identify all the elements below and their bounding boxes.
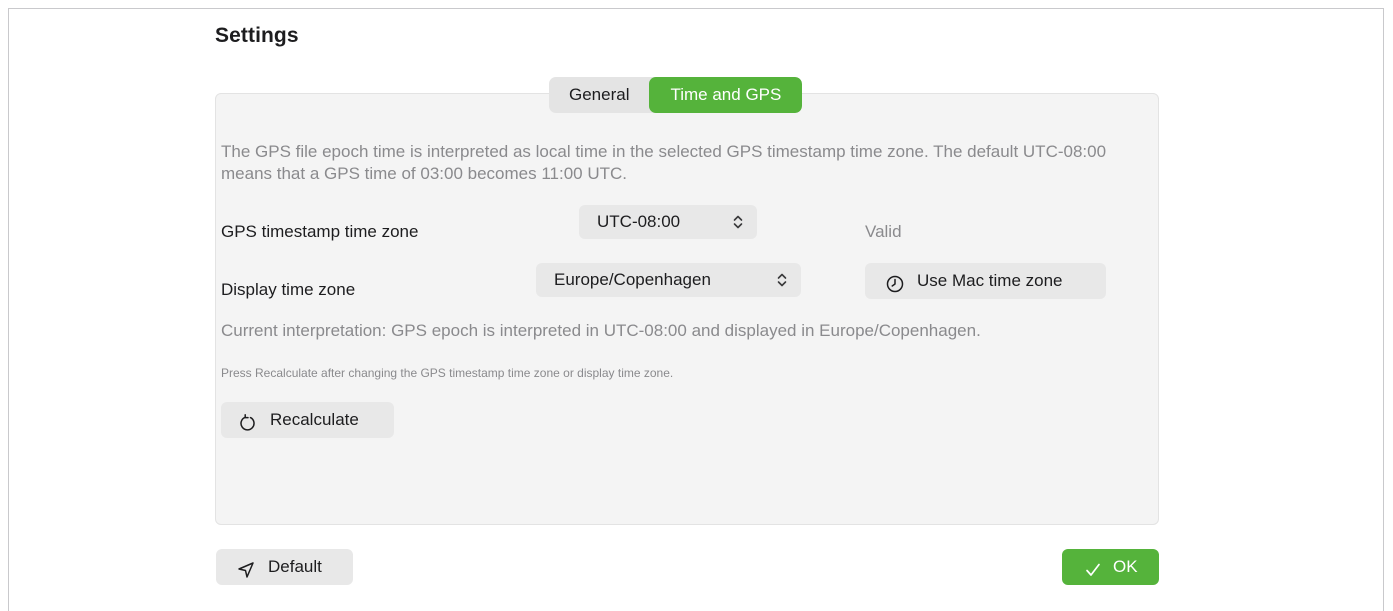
- current-interpretation-text: Current interpretation: GPS epoch is int…: [221, 321, 981, 340]
- chevron-up-down-icon: [777, 263, 787, 310]
- gps-epoch-description: The GPS file epoch time is interpreted a…: [221, 142, 1107, 183]
- use-mac-time-zone-button[interactable]: Use Mac time zone: [865, 263, 1106, 299]
- gps-timezone-select[interactable]: UTC-08:00: [579, 205, 757, 239]
- gps-timezone-label: GPS timestamp time zone: [221, 222, 419, 241]
- gps-timezone-status: Valid: [865, 222, 902, 241]
- default-button[interactable]: Default: [216, 549, 353, 585]
- use-mac-time-zone-label: Use Mac time zone: [917, 271, 1063, 290]
- page-title: Settings: [215, 24, 299, 47]
- checkmark-icon: [1083, 557, 1103, 577]
- recalculate-hint: Press Recalculate after changing the GPS…: [221, 366, 674, 380]
- display-timezone-value: Europe/Copenhagen: [554, 270, 711, 289]
- display-timezone-label: Display time zone: [221, 280, 356, 299]
- display-timezone-select[interactable]: Europe/Copenhagen: [536, 263, 801, 297]
- recalculate-button[interactable]: Recalculate: [221, 402, 394, 438]
- clock-icon: [885, 271, 905, 293]
- chevron-up-down-icon: [733, 205, 743, 252]
- refresh-icon: [238, 410, 258, 431]
- recalculate-label: Recalculate: [270, 410, 359, 429]
- default-label: Default: [268, 557, 322, 576]
- location-arrow-icon: [236, 557, 256, 578]
- ok-button[interactable]: OK: [1062, 549, 1159, 585]
- tab-time-and-gps[interactable]: Time and GPS: [649, 77, 803, 113]
- tab-general[interactable]: General: [549, 77, 649, 113]
- gps-timezone-value: UTC-08:00: [597, 212, 681, 231]
- tab-bar: General Time and GPS: [549, 77, 803, 113]
- ok-label: OK: [1113, 557, 1138, 576]
